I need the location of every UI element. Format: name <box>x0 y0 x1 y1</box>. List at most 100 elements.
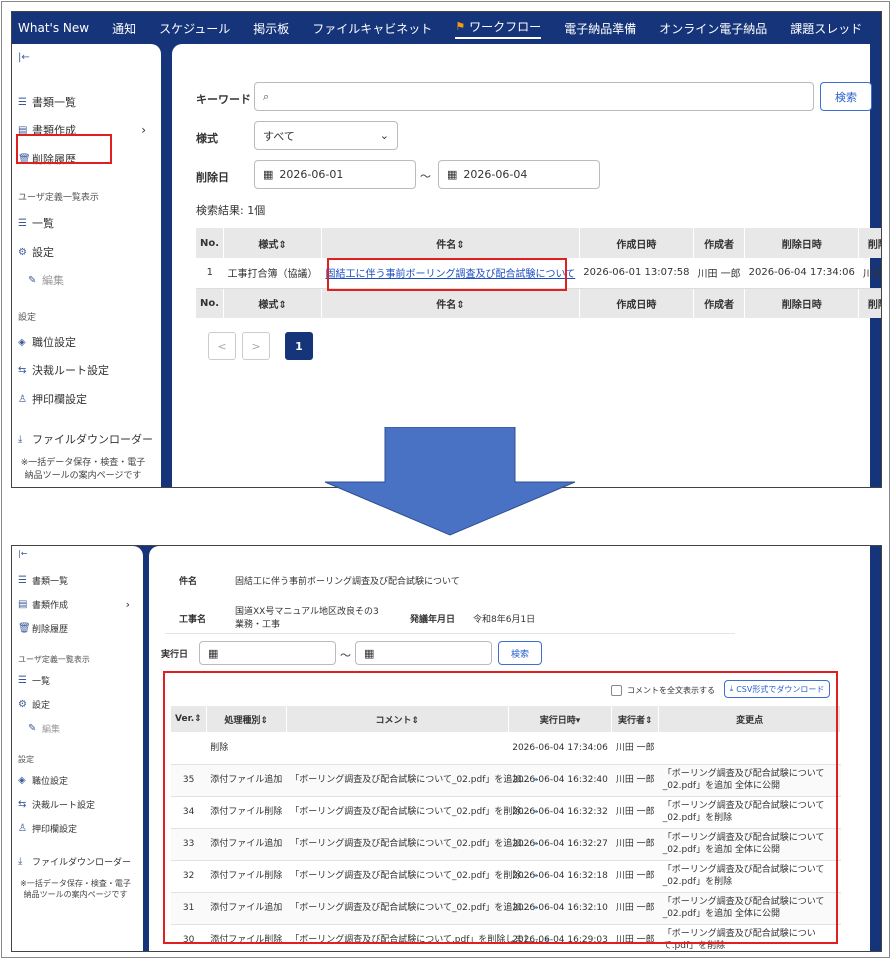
keyword-input[interactable]: ⌕ <box>254 82 814 111</box>
date-to-input[interactable]: ▦ 2026-06-04 <box>438 160 600 189</box>
sidebar-item-delete-history[interactable]: 🗑 削除履歴 <box>18 622 68 635</box>
sidebar-item-settings[interactable]: ⚙ 設定 <box>18 698 50 711</box>
sidebar-item-label: 書類一覧 <box>32 577 69 587</box>
order-date-label: 発議年月日 <box>410 615 456 625</box>
sidebar-item-label: 編集 <box>42 274 64 287</box>
chevron-right-icon: › <box>141 123 146 137</box>
sidebar-item-stamp[interactable]: ♙ 押印欄設定 <box>18 822 77 835</box>
nav-whats-new[interactable]: What's New <box>18 21 89 35</box>
result-count: 検索結果: 1個 <box>196 204 266 217</box>
table-header-row: No. 様式⇕ 件名⇕ 作成日時 作成者 削除日時 削除者 <box>196 228 881 258</box>
sidebar-item-settings[interactable]: ⚙ 設定 <box>18 244 54 260</box>
nav-workflow[interactable]: ⚑ ワークフロー <box>455 18 542 39</box>
table-footer-row: No. 様式⇕ 件名⇕ 作成日時 作成者 削除日時 削除者 <box>196 288 881 318</box>
col-created: 作成日時 <box>579 288 694 318</box>
route-icon: ⇆ <box>18 799 27 810</box>
sidebar-item-label: 一覧 <box>32 217 54 230</box>
project-value: 国道XX号マニュアル地区改良その3業務・工事 <box>235 607 379 630</box>
list-icon: ☰ <box>18 217 27 229</box>
nav-schedule[interactable]: スケジュール <box>159 20 230 37</box>
keyword-label: キーワード <box>196 93 251 106</box>
layers-icon: ◈ <box>18 775 26 786</box>
sidebar-item-label: 押印欄設定 <box>32 825 78 835</box>
pager-next[interactable]: > <box>242 332 270 360</box>
sidebar-item-label: 書類一覧 <box>32 96 76 109</box>
calendar-icon: ▦ <box>447 168 458 181</box>
collapse-icon[interactable]: |← <box>18 549 27 558</box>
sidebar-item-stamp[interactable]: ♙ 押印欄設定 <box>18 391 87 407</box>
pencil-icon: ✎ <box>28 274 37 286</box>
cell-deleted: 2026-06-04 17:34:06 <box>744 258 859 289</box>
sidebar-item-document-list[interactable]: ☰ 書類一覧 <box>18 94 76 110</box>
sidebar-group-settings: 設定 <box>18 755 34 764</box>
exec-date-to[interactable]: ▦ <box>355 641 492 665</box>
subject-value: 固結工に伴う事前ボーリング調査及び配合試験について <box>235 577 460 587</box>
pencil-icon: ✎ <box>28 723 37 734</box>
sidebar-item-label: 設定 <box>32 246 54 259</box>
sidebar-item-position[interactable]: ◈ 職位設定 <box>18 334 76 350</box>
style-select[interactable]: すべて ⌄ <box>254 121 398 150</box>
cell-style: 工事打合簿（協議） <box>223 258 322 289</box>
order-date-value: 令和8年6月1日 <box>473 615 536 625</box>
stamp-icon: ♙ <box>18 823 27 834</box>
sidebar-item-list[interactable]: ☰ 一覧 <box>18 215 54 231</box>
nav-notice[interactable]: 通知 <box>112 20 136 37</box>
sidebar-item-approval-route[interactable]: ⇆ 決裁ルート設定 <box>18 798 95 811</box>
col-deleter: 削除者 <box>858 228 881 258</box>
col-style-label: 様式 <box>258 299 279 311</box>
stamp-icon: ♙ <box>18 393 27 405</box>
top-screenshot: What's New 通知 スケジュール 掲示板 ファイルキャビネット ⚑ ワーク… <box>11 11 882 488</box>
pager-prev[interactable]: < <box>208 332 236 360</box>
cell-no: 1 <box>196 258 224 289</box>
date-to-value: 2026-06-04 <box>463 168 528 181</box>
sidebar-item-label: 決裁ルート設定 <box>32 801 96 811</box>
sidebar-item-document-list[interactable]: ☰ 書類一覧 <box>18 574 68 587</box>
cell-deleter: 川田一郎 <box>858 258 881 289</box>
col-subject[interactable]: 件名⇕ <box>321 288 580 318</box>
col-creator: 作成者 <box>693 288 746 318</box>
nav-issue-thread[interactable]: 課題スレッド <box>790 20 862 37</box>
col-subject[interactable]: 件名⇕ <box>321 228 580 258</box>
sidebar: |← ☰ 書類一覧 ▤ 書類作成 › 🗑 削除履歴 ユーザ定義一覧表示 ☰ 一覧 ⚙ 設定 … <box>12 546 143 951</box>
sidebar-item-downloader[interactable]: ⤓ ファイルダウンローダー <box>18 431 153 447</box>
col-creator: 作成者 <box>693 228 746 258</box>
sidebar-item-edit: ✎ 編集 <box>28 722 60 735</box>
col-style-label: 様式 <box>258 239 279 251</box>
collapse-icon[interactable]: |← <box>18 52 30 63</box>
search-button[interactable]: 検索 <box>820 82 872 111</box>
sidebar-item-downloader[interactable]: ⤓ ファイルダウンローダー <box>18 855 131 868</box>
sidebar-item-list[interactable]: ☰ 一覧 <box>18 674 50 687</box>
sidebar-item-label: 押印欄設定 <box>32 393 87 406</box>
highlight-history-table <box>163 671 838 944</box>
sidebar-item-document-create[interactable]: ▤ 書類作成 › <box>18 598 130 611</box>
sidebar-item-approval-route[interactable]: ⇆ 決裁ルート設定 <box>18 362 109 378</box>
pager-current[interactable]: 1 <box>285 332 313 360</box>
exec-date-from[interactable]: ▦ <box>199 641 336 665</box>
nav-file-cabinet[interactable]: ファイルキャビネット <box>312 20 432 37</box>
sidebar-item-label: ファイルダウンローダー <box>32 433 153 446</box>
sidebar-item-position[interactable]: ◈ 職位設定 <box>18 774 68 787</box>
col-created: 作成日時 <box>579 228 694 258</box>
document-info: 件名 固結工に伴う事前ボーリング調査及び配合試験について 工事名 国道XX号マニ… <box>165 564 735 634</box>
style-label: 様式 <box>196 132 218 145</box>
nav-online-e-delivery[interactable]: オンライン電子納品 <box>659 20 767 37</box>
sidebar-item-label: 設定 <box>32 701 51 711</box>
calendar-icon: ▦ <box>208 646 219 660</box>
search-button[interactable]: 検索 <box>498 641 542 665</box>
document-icon: ▤ <box>18 599 28 610</box>
nav-e-delivery-prep[interactable]: 電子納品準備 <box>564 20 636 37</box>
gear-icon: ⚙ <box>18 699 27 710</box>
date-from-input[interactable]: ▦ 2026-06-01 <box>254 160 416 189</box>
sort-icon: ⇕ <box>278 239 287 251</box>
main-content: キーワード ⌕ 検索 様式 すべて ⌄ 削除日 ▦ 2026-06-01 ～ ▦ 20… <box>172 44 881 487</box>
gear-icon: ⚙ <box>18 246 27 258</box>
sort-icon: ⇕ <box>456 299 465 311</box>
sidebar-item-label: 書類作成 <box>32 601 69 611</box>
col-style[interactable]: 様式⇕ <box>223 228 323 258</box>
sidebar-group-settings: 設定 <box>18 313 37 323</box>
cell-creator: 川田 一郎 <box>693 258 745 289</box>
subject-label: 件名 <box>179 577 198 587</box>
col-style[interactable]: 様式⇕ <box>223 288 323 318</box>
col-subject-label: 件名 <box>436 239 457 251</box>
nav-board[interactable]: 掲示板 <box>253 20 289 37</box>
